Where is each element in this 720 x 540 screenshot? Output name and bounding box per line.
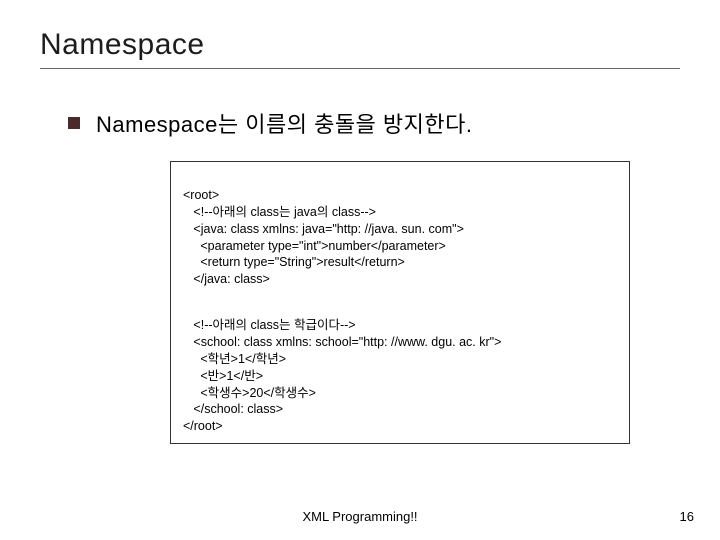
title-underline — [40, 68, 680, 69]
code-line: <java: class xmlns: java="http: //java. … — [183, 222, 464, 236]
code-line: <반>1</반> — [183, 369, 263, 383]
page-number: 16 — [680, 509, 694, 524]
code-line: <root> — [183, 188, 219, 202]
code-line: <school: class xmlns: school="http: //ww… — [183, 335, 501, 349]
code-line: </java: class> — [183, 272, 270, 286]
bullet-item: Namespace는 이름의 충돌을 방지한다. — [68, 107, 680, 139]
footer-text: XML Programming!! — [0, 509, 720, 524]
code-line: <학년>1</학년> — [183, 352, 286, 366]
code-line: <학생수>20</학생수> — [183, 386, 316, 400]
code-line: <parameter type="int">number</parameter> — [183, 239, 446, 253]
slide: Namespace Namespace는 이름의 충돌을 방지한다. <root… — [0, 0, 720, 540]
slide-title: Namespace — [40, 28, 680, 62]
code-block: <root> <!--아래의 class는 java의 class--> <ja… — [170, 161, 630, 444]
blank-line — [183, 288, 617, 300]
code-line: <!--아래의 class는 학급이다--> — [183, 318, 356, 332]
code-line: </root> — [183, 419, 223, 433]
bullet-text: Namespace는 이름의 충돌을 방지한다. — [96, 107, 472, 139]
code-line: </school: class> — [183, 402, 283, 416]
square-bullet-icon — [68, 117, 80, 129]
code-line: <return type="String">result</return> — [183, 255, 405, 269]
code-line: <!--아래의 class는 java의 class--> — [183, 205, 376, 219]
